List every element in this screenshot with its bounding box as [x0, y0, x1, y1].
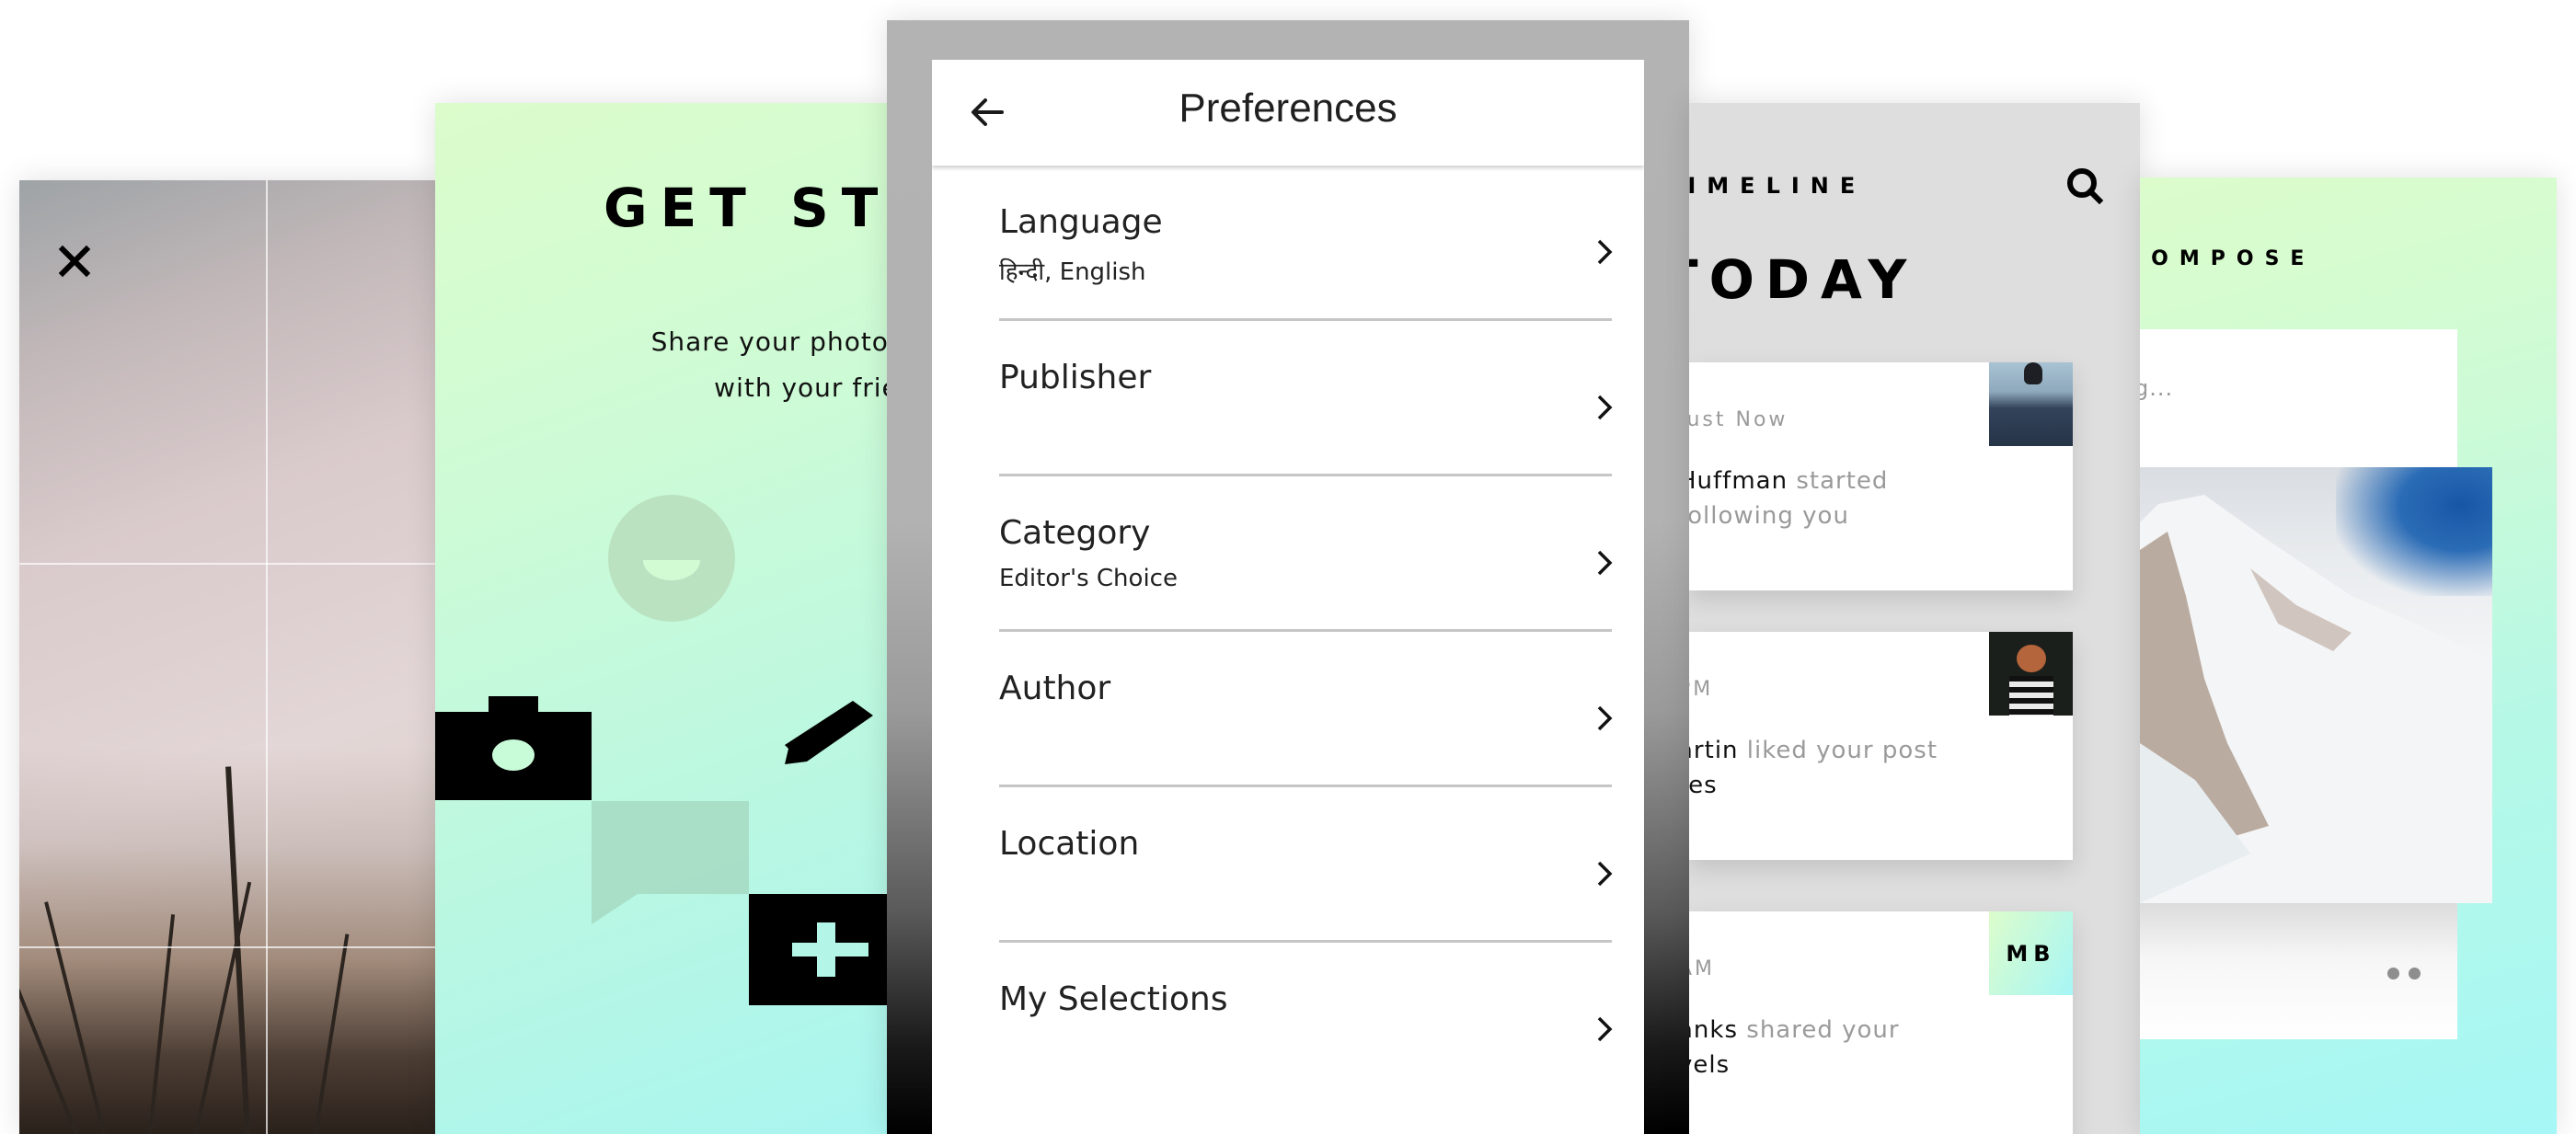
pencil-icon — [785, 701, 873, 764]
chevron-right-icon — [1597, 239, 1613, 265]
onboarding-illustration — [435, 495, 891, 1005]
chevron-right-icon — [1597, 1016, 1613, 1042]
preference-item-author[interactable]: Author — [999, 632, 1613, 787]
plus-icon — [749, 894, 891, 1005]
get-started-screen: GET STARTED Share your photos, videos wi… — [435, 103, 891, 1134]
avatar-initials: MB — [1989, 911, 2073, 995]
timeline-header: TIMELINE — [1689, 173, 1867, 199]
preference-item-language[interactable]: Language हिन्दी, English — [999, 166, 1613, 321]
close-button[interactable] — [58, 245, 91, 278]
timeline-card-action: liked your post — [1738, 737, 1938, 764]
avatar — [1989, 632, 2073, 716]
chat-bubble-icon — [592, 801, 749, 924]
pager-dot[interactable] — [2387, 968, 2399, 979]
timeline-card-user: anks — [1689, 1016, 1739, 1044]
chevron-right-icon — [1597, 861, 1613, 887]
crop-grid-line — [266, 180, 268, 1134]
photo-crop-screen — [19, 180, 435, 1134]
chevron-right-icon — [1597, 550, 1613, 576]
compose-text-input[interactable]: g... — [2140, 329, 2457, 467]
preferences-list: Language हिन्दी, English Publisher Categ… — [999, 166, 1613, 1095]
preferences-header: Preferences — [932, 60, 1644, 166]
preference-item-location[interactable]: Location — [999, 787, 1613, 943]
timeline-card[interactable]: Just Now Huffman started following you — [1689, 362, 2073, 590]
crop-grid-line — [19, 946, 435, 948]
timeline-card-action: shared your — [1738, 1016, 1900, 1044]
compose-screen: COMPOSE g... — [2140, 178, 2557, 1134]
search-icon — [2067, 168, 2104, 205]
compose-input-placeholder: g... — [2140, 375, 2174, 401]
preference-label: Publisher — [999, 359, 1152, 396]
compose-footer — [2140, 903, 2457, 1039]
timeline-card-time: Just Now — [1689, 408, 1788, 431]
timeline-card-user: artin — [1689, 737, 1739, 764]
search-button[interactable] — [2064, 166, 2105, 206]
timeline-card-text: anks shared yourvels — [1689, 1013, 1991, 1082]
preference-item-category[interactable]: Category Editor's Choice — [999, 476, 1613, 632]
timeline-card-time: AM — [1689, 957, 1716, 980]
preference-item-my-selections[interactable]: My Selections — [999, 943, 1613, 1095]
page-title: Preferences — [1179, 86, 1397, 131]
preference-label: My Selections — [999, 980, 1228, 1018]
preference-label: Category — [999, 514, 1151, 552]
timeline-card[interactable]: PM artin liked your post res — [1689, 632, 2073, 860]
crop-grid-line — [19, 563, 435, 565]
timeline-card-time: PM — [1689, 678, 1714, 701]
timeline-card-text: artin liked your post res — [1689, 733, 1991, 803]
mountain-photo — [2140, 495, 2492, 903]
preference-item-publisher[interactable]: Publisher — [999, 321, 1613, 476]
close-icon — [58, 245, 91, 278]
preference-label: Author — [999, 670, 1111, 707]
timeline-card-object: vels — [1689, 1051, 1731, 1079]
timeline-card-object: res — [1689, 772, 1718, 799]
avatar — [1989, 362, 2073, 446]
preferences-screen: Preferences Language हिन्दी, English Pub… — [932, 60, 1644, 1134]
preference-value: Editor's Choice — [999, 565, 1178, 592]
compose-header: COMPOSE — [2140, 247, 2316, 270]
chevron-right-icon — [1597, 705, 1613, 731]
timeline-card-text: Huffman started following you — [1689, 464, 1991, 533]
compose-attached-photo[interactable] — [2140, 467, 2492, 903]
preference-label: Location — [999, 825, 1140, 863]
timeline-section-today: TODAY — [1689, 248, 1918, 311]
preference-value: हिन्दी, English — [999, 258, 1146, 286]
timeline-card[interactable]: MB AM anks shared yourvels — [1689, 911, 2073, 1134]
timeline-card-user: Huffman — [1689, 467, 1788, 495]
timeline-screen: TIMELINE TODAY Just Now Huffman started … — [1689, 103, 2140, 1134]
chevron-right-icon — [1597, 395, 1613, 420]
camera-icon — [435, 696, 592, 800]
preference-label: Language — [999, 203, 1163, 241]
pager-dot[interactable] — [2409, 968, 2421, 979]
smiley-icon — [608, 495, 735, 622]
